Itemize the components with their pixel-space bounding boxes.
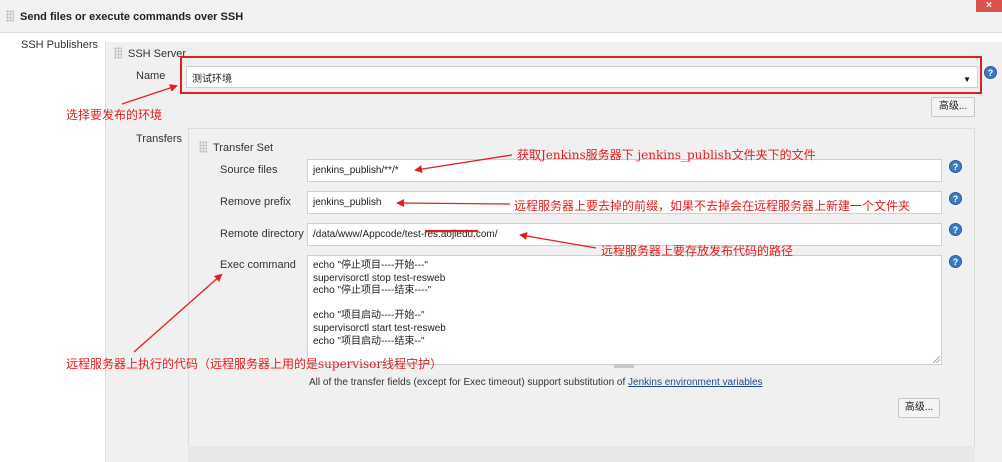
arrow-source-files: [414, 154, 513, 174]
arrow-remote-directory: [519, 232, 597, 249]
arrow-remove-prefix: [396, 199, 511, 208]
arrow-exec-command: [133, 273, 223, 353]
arrow-environment: [121, 84, 178, 105]
annotation-arrows: [121, 84, 597, 353]
